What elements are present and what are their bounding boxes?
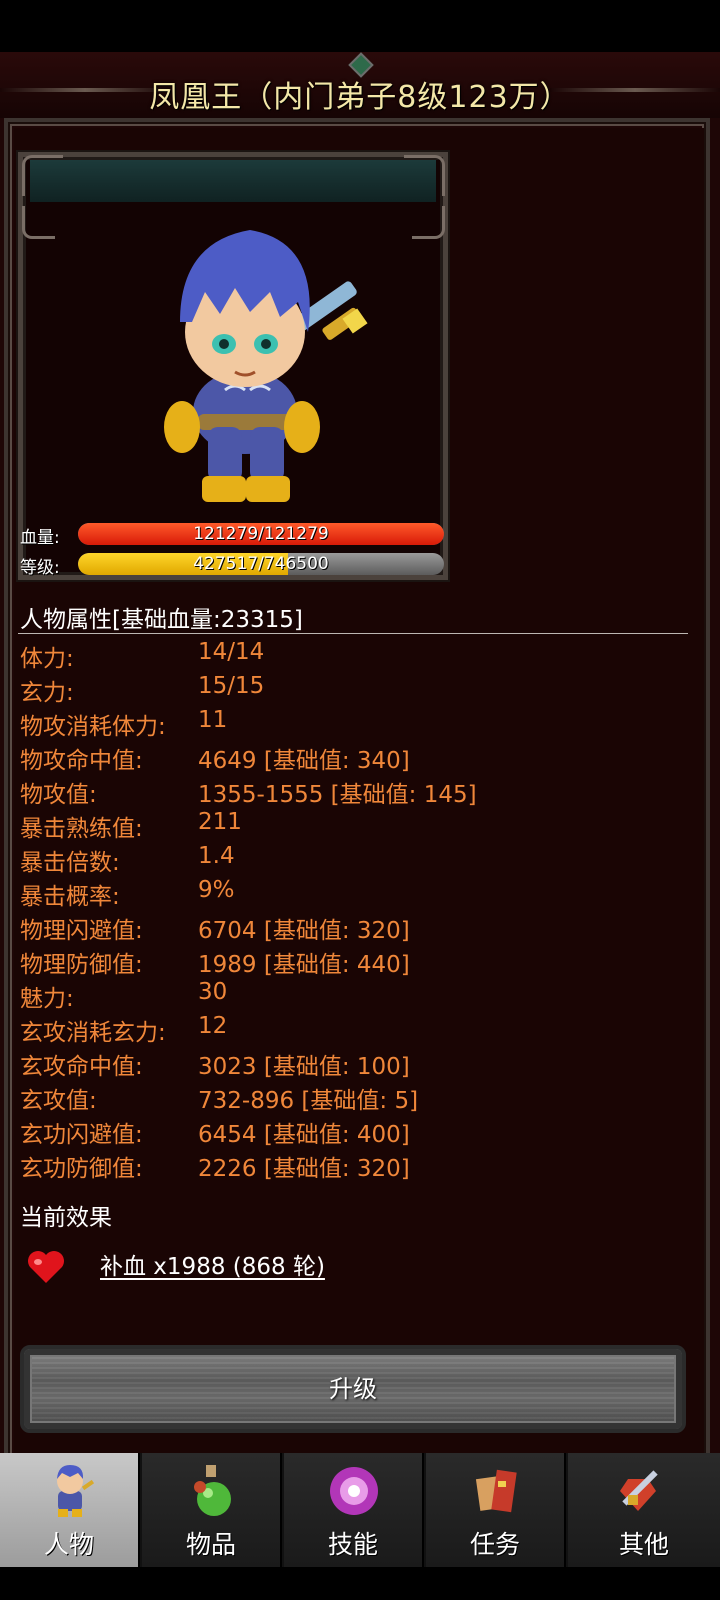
stat-value: 9% [198,877,235,903]
stat-label: 玄功闪避值: [20,1122,143,1148]
stat-label: 玄力: [20,680,74,706]
stat-label: 物攻命中值: [20,748,143,774]
quest-scroll-icon [475,1469,517,1513]
bottom-strip [0,1567,720,1600]
stat-value: 1989 [基础值: 440] [198,952,410,978]
frame-corner-icon [22,155,63,196]
stat-label: 物理闪避值: [20,918,143,944]
sword-shield-icon [620,1470,658,1511]
stat-value: 3023 [基础值: 100] [198,1054,410,1080]
stat-label: 玄攻命中值: [20,1054,143,1080]
status-bar [0,0,720,52]
page-title: 凤凰王（内门弟子8级123万） [149,80,571,115]
frame-corner-icon [404,155,445,196]
frame-corner-icon [412,206,445,239]
tab-label: 人物 [43,1530,94,1559]
stat-value: 15/15 [198,673,265,699]
attributes-title: 人物属性[基础血量:23315] [20,607,303,633]
stat-label: 玄攻消耗玄力: [20,1020,166,1046]
effect-link[interactable]: 补血 x1988 (868 轮) [100,1247,325,1281]
tab-skills[interactable]: 技能 [284,1453,424,1567]
stat-value: 30 [198,979,228,1005]
stat-value: 11 [198,707,228,733]
stat-label: 暴击熟练值: [20,816,143,842]
tab-other[interactable]: 其他 [568,1453,720,1567]
stat-label: 物理防御值: [20,952,143,978]
tab-quests[interactable]: 任务 [426,1453,566,1567]
tab-character[interactable]: 人物 [0,1453,140,1567]
stat-value: 1.4 [198,843,235,869]
stat-label: 暴击概率: [20,884,120,910]
tab-label: 技能 [327,1530,378,1559]
stat-label: 物攻值: [20,782,97,808]
stat-value: 6454 [基础值: 400] [198,1122,410,1148]
tab-label: 任务 [469,1530,520,1559]
stat-label: 玄攻值: [20,1088,97,1114]
stat-value: 211 [198,809,242,835]
skill-orb-icon [330,1467,378,1515]
stat-value: 732-896 [基础值: 5] [198,1088,419,1114]
stat-value: 4649 [基础值: 340] [198,748,410,774]
potion-icon [194,1465,231,1516]
divider [18,633,688,634]
stat-label: 体力: [20,646,74,672]
stat-value: 14/14 [198,639,265,665]
exp-value: 427517/746500 [193,554,329,574]
stat-label: 物攻消耗体力: [20,714,166,740]
character-avatar [164,230,368,502]
tab-label: 其他 [618,1530,669,1559]
character-icon [57,1465,95,1517]
effects-title: 当前效果 [20,1205,112,1231]
heart-icon [28,1251,64,1283]
hp-bar: 121279/121279 [78,523,444,545]
portrait-header [30,160,436,202]
exp-bar: 427517/746500 [78,553,444,575]
tab-items[interactable]: 物品 [142,1453,282,1567]
stat-label: 玄功防御值: [20,1156,143,1182]
effect-item[interactable]: 补血 x1988 (868 轮) [20,1245,520,1285]
level-label: 等级: [20,558,60,578]
hp-value: 121279/121279 [193,524,329,544]
stat-value: 1355-1555 [基础值: 145] [198,782,477,808]
stat-value: 2226 [基础值: 320] [198,1156,410,1182]
upgrade-button-label: 升级 [329,1375,377,1403]
stat-label: 暴击倍数: [20,850,120,876]
frame-corner-icon [22,206,55,239]
hp-label: 血量: [20,528,60,548]
stat-value: 12 [198,1013,228,1039]
upgrade-button[interactable]: 升级 [20,1345,686,1433]
stat-label: 魅力: [20,986,74,1012]
stat-value: 6704 [基础值: 320] [198,918,410,944]
tab-label: 物品 [185,1530,236,1559]
